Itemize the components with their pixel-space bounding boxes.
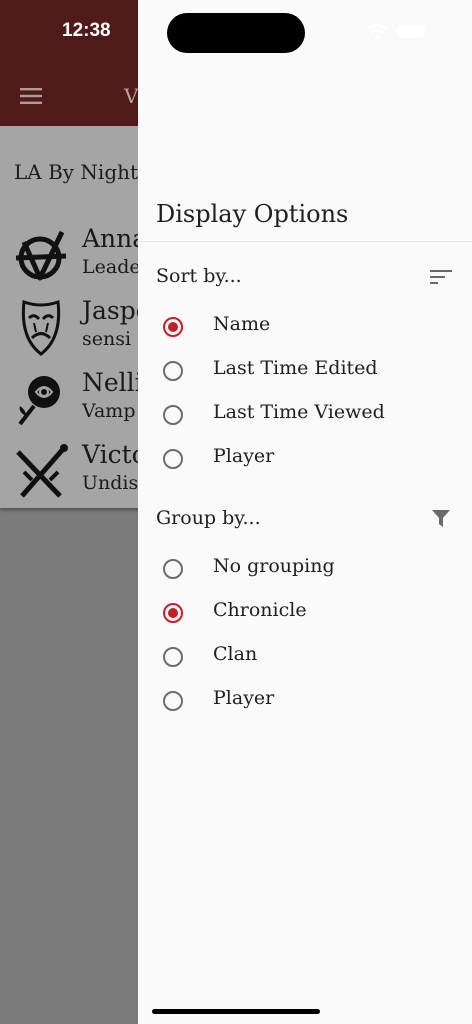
option-label: Player (213, 445, 275, 467)
sort-option-player[interactable]: Player (156, 439, 456, 483)
sort-option-name[interactable]: Name (156, 307, 456, 351)
sort-by-header: Sort by... (156, 265, 242, 287)
radio-button[interactable] (163, 405, 183, 425)
group-by-header: Group by... (156, 507, 261, 529)
sort-icon[interactable] (430, 270, 452, 284)
group-option-player[interactable]: Player (156, 681, 456, 725)
option-label: Clan (213, 643, 258, 665)
option-label: Player (213, 687, 275, 709)
wifi-icon (366, 24, 388, 39)
group-option-chronicle[interactable]: Chronicle (156, 593, 456, 637)
group-option-no-grouping[interactable]: No grouping (156, 549, 456, 593)
radio-button-selected[interactable] (163, 603, 183, 623)
group-option-clan[interactable]: Clan (156, 637, 456, 681)
radio-button[interactable] (163, 361, 183, 381)
radio-button[interactable] (163, 449, 183, 469)
option-label: Last Time Viewed (213, 401, 385, 423)
sort-option-last-time-viewed[interactable]: Last Time Viewed (156, 395, 456, 439)
option-label: No grouping (213, 555, 335, 577)
radio-button[interactable] (163, 647, 183, 667)
radio-button-selected[interactable] (163, 317, 183, 337)
option-label: Chronicle (213, 599, 307, 621)
divider (138, 241, 472, 242)
filter-icon[interactable] (432, 510, 450, 528)
radio-button[interactable] (163, 691, 183, 711)
drawer-title: Display Options (156, 200, 349, 228)
battery-icon (397, 25, 425, 38)
option-label: Name (213, 313, 271, 335)
home-indicator[interactable] (152, 1009, 320, 1014)
dynamic-island (167, 13, 305, 53)
sort-option-last-time-edited[interactable]: Last Time Edited (156, 351, 456, 395)
option-label: Last Time Edited (213, 357, 378, 379)
radio-button[interactable] (163, 559, 183, 579)
